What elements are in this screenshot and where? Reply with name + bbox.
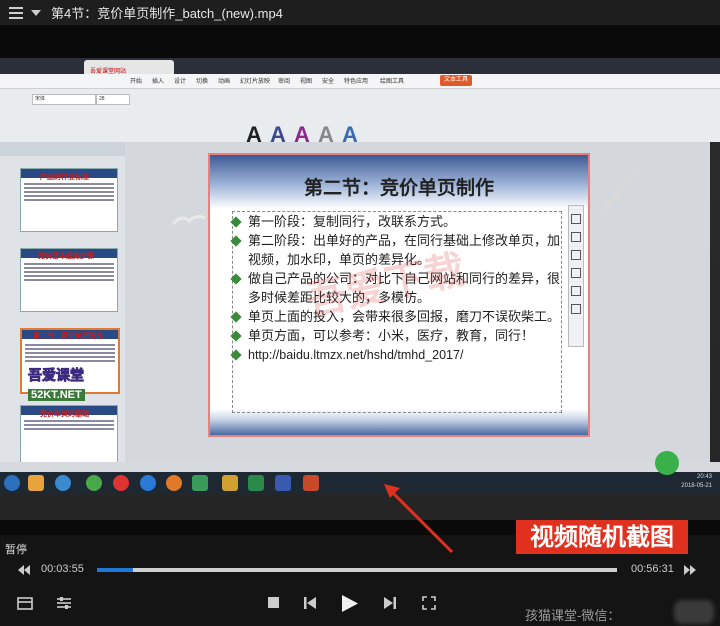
taskbar-app-icon xyxy=(248,475,264,491)
font-size-field: 28 xyxy=(96,94,130,105)
slide-bullet: 单页上面的投入，会带来很多回报，磨刀不误砍柴工。 xyxy=(230,308,572,327)
progress-track[interactable] xyxy=(97,568,617,572)
annotation-arrow-icon xyxy=(384,484,454,554)
previous-icon[interactable] xyxy=(303,596,317,610)
ribbon-menu-row: 开始 插入 设计 切换 动画 幻灯片放映 审阅 视图 安全 特色应用 绘图工具 … xyxy=(0,74,720,89)
progress-fill xyxy=(97,568,133,572)
slide-url: http://baidu.ltmzx.net/hshd/tmhd_2017/ xyxy=(230,346,572,365)
network-speed-widget xyxy=(655,451,679,475)
slide-bullet: 第一阶段：复制同行，改联系方式。 xyxy=(230,213,572,232)
thumbnail-title: 竞价基本服务步骤 xyxy=(38,253,94,260)
footer-watermark: 孩猫课堂-微信： xyxy=(525,608,621,623)
window-title: 第4节：竞价单页制作_batch_(new).mp4 xyxy=(51,6,283,21)
next-icon[interactable] xyxy=(383,596,397,610)
ribbon-tab-active: 文本工具 xyxy=(440,75,472,86)
slide-side-toolbar xyxy=(568,205,584,347)
ribbon-tab: 设计 xyxy=(174,79,187,85)
app-status-bar xyxy=(0,462,720,472)
taskbar-app-icon xyxy=(113,475,129,491)
blurred-region xyxy=(674,600,714,624)
ribbon-tab: 审阅 xyxy=(278,79,291,85)
thumbnail-title: 产品的作业标准 xyxy=(40,174,89,181)
fast-forward-icon[interactable] xyxy=(683,564,697,576)
fullscreen-icon[interactable] xyxy=(421,595,437,611)
browser-tab: 吾爱课堂网站 xyxy=(84,60,174,75)
thumbnail-title: 竞价单页的基础 xyxy=(40,411,89,418)
taskbar-app-icon xyxy=(275,475,291,491)
ribbon-tab: 绘图工具 xyxy=(380,79,405,85)
site-logo-watermark: 吾爱课堂 52KT.NET xyxy=(28,367,85,401)
timeline-bar: 00:03:55 00:56:31 xyxy=(0,560,720,580)
taskbar-app-icon xyxy=(140,475,156,491)
total-time: 00:56:31 xyxy=(631,563,674,575)
windows-taskbar xyxy=(0,472,720,494)
taskbar-app-icon xyxy=(86,475,102,491)
font-name-field: 宋体 xyxy=(32,94,96,105)
taskbar-app-icon xyxy=(303,475,319,491)
start-icon xyxy=(4,475,20,491)
slide-title: 第二节：竞价单页制作 xyxy=(303,177,494,199)
ribbon-tab: 视图 xyxy=(300,79,313,85)
ribbon-tab: 动画 xyxy=(218,79,231,85)
play-icon[interactable] xyxy=(341,594,359,613)
chevron-down-icon[interactable] xyxy=(31,9,41,16)
settings-sliders-icon[interactable] xyxy=(56,596,72,610)
slide-bullet: 单页方面，可以参考：小米，医疗，教育，同行！ xyxy=(230,327,572,346)
taskbar-app-icon xyxy=(55,475,71,491)
bird-icon xyxy=(602,172,638,214)
taskbar-app-icon xyxy=(28,475,44,491)
taskbar-app-icon xyxy=(222,475,238,491)
playlist-icon[interactable] xyxy=(17,596,33,610)
presentation-ribbon: 开始 插入 设计 切换 动画 幻灯片放映 审阅 视图 安全 特色应用 绘图工具 … xyxy=(0,74,720,142)
playlist-menu-icon[interactable] xyxy=(9,6,23,19)
current-time: 00:03:55 xyxy=(41,563,84,575)
ribbon-tab: 插入 xyxy=(152,79,165,85)
title-bar: 第4节：竞价单页制作_batch_(new).mp4 xyxy=(0,0,720,25)
taskbar-clock: 20:43 2018-05-21 xyxy=(681,474,712,489)
screenshot-caption: 视频随机截图 xyxy=(516,520,688,554)
rewind-icon[interactable] xyxy=(17,564,31,576)
ribbon-tab: 安全 xyxy=(322,79,335,85)
ribbon-tab: 切换 xyxy=(196,79,209,85)
ribbon-tab: 特色应用 xyxy=(344,79,369,85)
thumbnail-title: 第二节：竞价单页制作 xyxy=(33,333,103,340)
taskbar-app-icon xyxy=(192,475,208,491)
ribbon-tab: 幻灯片放映 xyxy=(240,79,271,85)
slide: 第二节：竞价单页制作 第一阶段：复制同行，改联系方式。 第二阶段：出单好的产品，… xyxy=(208,153,590,437)
thumbnail-panel-header xyxy=(0,142,125,156)
stop-icon[interactable] xyxy=(268,597,279,608)
playback-state-label: 暂停 xyxy=(5,544,27,556)
bird-icon xyxy=(172,215,206,226)
ribbon-tab: 开始 xyxy=(130,79,143,85)
taskbar-app-icon xyxy=(166,475,182,491)
